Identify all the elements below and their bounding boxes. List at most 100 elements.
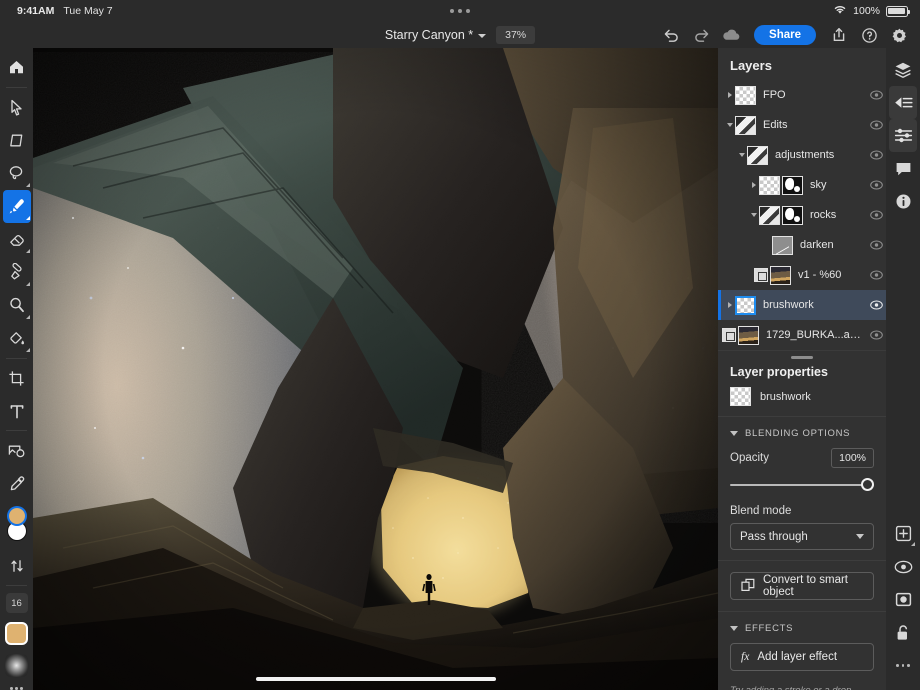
effects-hint: Try adding a stroke or a drop shadow. [718, 682, 886, 690]
layer-thumbnail [722, 326, 759, 345]
paint-bucket-icon[interactable] [3, 322, 31, 355]
type-icon[interactable] [3, 395, 31, 428]
help-icon[interactable] [856, 24, 882, 46]
tool-divider [6, 358, 27, 359]
layer-row[interactable]: darken [718, 230, 886, 260]
swap-colors-icon[interactable] [3, 549, 31, 582]
info-icon[interactable] [889, 185, 917, 218]
document-title-dropdown[interactable]: Starry Canyon * [385, 28, 486, 42]
visibility-eye-icon[interactable] [866, 300, 886, 310]
home-indicator[interactable] [256, 677, 496, 682]
wifi-icon [833, 4, 847, 18]
chevron-down-icon [856, 534, 864, 539]
visibility-eye-icon[interactable] [889, 550, 917, 583]
eyedropper-icon[interactable] [3, 467, 31, 500]
lasso-select-icon[interactable] [3, 157, 31, 190]
multitask-dots-icon [0, 0, 920, 22]
eraser-icon[interactable] [3, 223, 31, 256]
disclosure-triangle-icon[interactable] [748, 213, 759, 217]
layer-row[interactable]: adjustments [718, 140, 886, 170]
place-image-icon[interactable] [3, 434, 31, 467]
opacity-input[interactable]: 100% [831, 448, 874, 468]
adjustment-sliders-icon[interactable] [889, 119, 917, 152]
layer-name: sky [810, 179, 866, 191]
opacity-slider[interactable] [730, 478, 874, 492]
transform-icon[interactable] [3, 124, 31, 157]
canvas-area[interactable] [33, 48, 718, 690]
battery-icon [886, 6, 908, 17]
layers-stack-icon[interactable] [889, 53, 917, 86]
opacity-slider-knob[interactable] [861, 478, 874, 491]
more-options-icon[interactable] [889, 649, 917, 682]
layer-properties-title: Layer properties [718, 363, 886, 387]
convert-to-smart-object-label: Convert to smart object [763, 574, 863, 598]
opacity-label: Opacity [730, 452, 769, 464]
visibility-eye-icon[interactable] [866, 330, 886, 340]
gear-icon[interactable] [886, 24, 912, 46]
move-select-icon[interactable] [3, 91, 31, 124]
tool-divider [6, 585, 27, 586]
disclosure-triangle-icon[interactable] [736, 153, 747, 157]
effects-header[interactable]: EFFECTS [718, 612, 886, 643]
disclosure-triangle-icon[interactable] [724, 92, 735, 98]
home-icon[interactable] [3, 51, 31, 84]
brush-preview-icon[interactable] [5, 654, 28, 677]
layer-name: Edits [763, 119, 866, 131]
status-bar-left: 9:41AM Tue May 7 [0, 5, 113, 17]
layer-list-icon[interactable] [889, 86, 917, 119]
cloud-icon[interactable] [718, 24, 744, 46]
layer-name: brushwork [763, 299, 866, 311]
visibility-eye-icon[interactable] [866, 210, 886, 220]
layer-row[interactable]: rocks [718, 200, 886, 230]
comment-icon[interactable] [889, 152, 917, 185]
chevron-down-icon [478, 34, 486, 38]
brush-icon[interactable] [3, 190, 31, 223]
export-icon[interactable] [826, 24, 852, 46]
undo-icon[interactable] [658, 24, 684, 46]
battery-percent: 100% [853, 5, 880, 17]
foreground-color-swatch[interactable] [7, 506, 27, 526]
active-color-chip[interactable] [5, 622, 28, 645]
layer-row[interactable]: 1729_BURKA...anced-NR33 [718, 320, 886, 350]
add-layer-icon[interactable] [889, 517, 917, 550]
chevron-down-icon [730, 626, 738, 631]
unlock-icon[interactable] [889, 616, 917, 649]
visibility-eye-icon[interactable] [866, 150, 886, 160]
add-layer-effect-label: Add layer effect [757, 651, 837, 663]
heal-icon[interactable] [3, 289, 31, 322]
layer-row[interactable]: sky [718, 170, 886, 200]
disclosure-triangle-icon[interactable] [724, 123, 735, 127]
blending-options-header[interactable]: BLENDING OPTIONS [718, 417, 886, 448]
panel-resize-handle[interactable] [718, 350, 886, 363]
visibility-eye-icon[interactable] [866, 240, 886, 250]
visibility-eye-icon[interactable] [866, 90, 886, 100]
disclosure-triangle-icon[interactable] [724, 302, 735, 308]
layer-row[interactable]: Edits [718, 110, 886, 140]
disclosure-triangle-icon[interactable] [748, 182, 759, 188]
opacity-row: Opacity 100% [718, 448, 886, 468]
layer-row[interactable]: FPO [718, 80, 886, 110]
convert-to-smart-object-button[interactable]: Convert to smart object [730, 572, 874, 600]
tool-submenu-indicator [26, 216, 30, 220]
document-title: Starry Canyon * [385, 28, 473, 42]
share-button[interactable]: Share [754, 25, 816, 45]
clone-stamp-icon[interactable] [3, 256, 31, 289]
layer-row[interactable]: v1 - %60 [718, 260, 886, 290]
visibility-eye-icon[interactable] [866, 270, 886, 280]
layer-row-selected[interactable]: brushwork [718, 290, 886, 320]
redo-icon[interactable] [688, 24, 714, 46]
right-panel: Layers FPO Edits adjustments [718, 48, 886, 690]
layer-thumbnail [747, 146, 768, 165]
brush-size-value[interactable]: 16 [6, 593, 28, 613]
layer-mask-icon[interactable] [889, 583, 917, 616]
crop-icon[interactable] [3, 362, 31, 395]
layer-name: darken [800, 239, 866, 251]
blend-mode-select[interactable]: Pass through [730, 523, 874, 550]
blend-mode-label: Blend mode [718, 492, 886, 523]
zoom-level-badge[interactable]: 37% [496, 26, 535, 44]
layer-thumbnail [772, 236, 793, 255]
layer-thumbnail [735, 116, 756, 135]
visibility-eye-icon[interactable] [866, 180, 886, 190]
visibility-eye-icon[interactable] [866, 120, 886, 130]
add-layer-effect-button[interactable]: fx Add layer effect [730, 643, 874, 671]
